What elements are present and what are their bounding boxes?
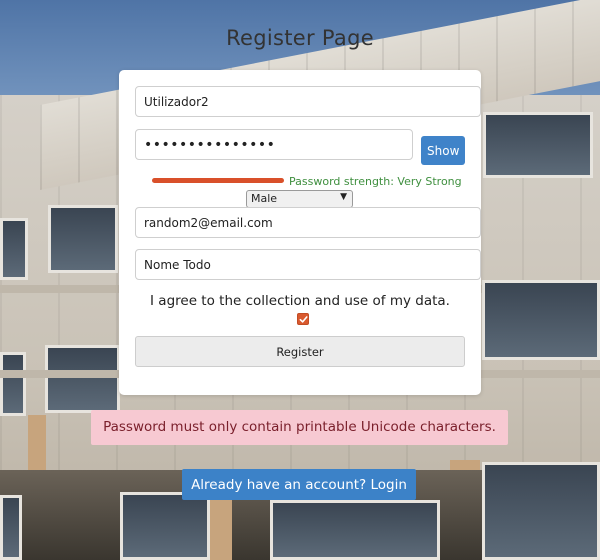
gender-selected-value: Male: [251, 192, 278, 205]
password-strength-bar: [152, 178, 284, 183]
chevron-down-icon: ▼: [340, 192, 347, 202]
username-input[interactable]: [135, 86, 481, 117]
page-title: Register Page: [226, 26, 374, 50]
register-form-card: Show Password strength: Very Strong Male…: [119, 70, 481, 395]
error-message: Password must only contain printable Uni…: [91, 410, 508, 445]
email-input[interactable]: [135, 207, 481, 238]
checkmark-icon: [299, 316, 308, 323]
show-password-button[interactable]: Show: [421, 136, 465, 165]
gender-select[interactable]: Male ▼: [246, 190, 353, 208]
consent-checkbox[interactable]: [297, 313, 309, 325]
login-link-button[interactable]: Already have an account? Login: [182, 469, 416, 500]
consent-label: I agree to the collection and use of my …: [150, 293, 450, 309]
password-input[interactable]: [135, 129, 413, 160]
full-name-input[interactable]: [135, 249, 481, 280]
password-strength-label: Password strength: Very Strong: [289, 175, 462, 188]
register-button[interactable]: Register: [135, 336, 465, 367]
